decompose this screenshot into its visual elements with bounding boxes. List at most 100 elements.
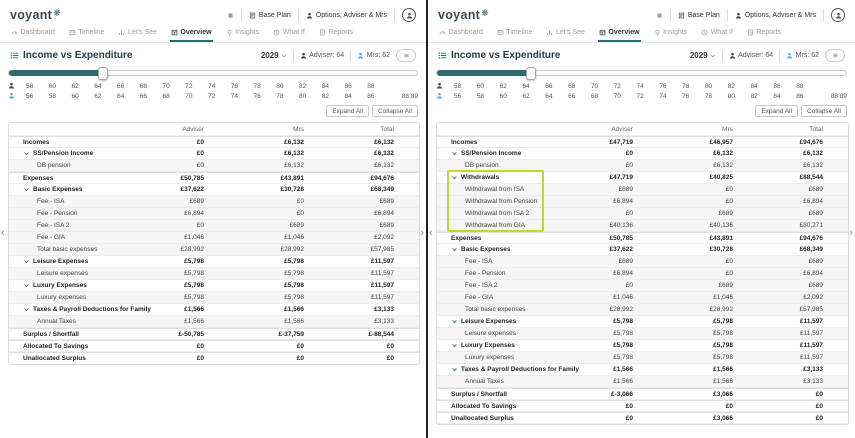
apps-icon[interactable] [227, 12, 234, 19]
list-icon[interactable] [438, 51, 447, 60]
table-row[interactable]: Withdrawal from Pension£6,894£0£6,894 [437, 196, 848, 208]
nav-item-insights[interactable]: Insights [225, 27, 261, 42]
nav-item-timeline[interactable]: Timeline [68, 27, 106, 42]
year-selector[interactable]: 2029 [261, 51, 287, 60]
table-row[interactable]: Fee - GIA£1,046£1,046£2,092 [9, 232, 419, 244]
table-row[interactable]: Luxury expenses£5,798£5,798£11,597 [9, 292, 419, 304]
table-row[interactable]: Leisure Expenses£5,798£5,798£11,597 [9, 256, 419, 268]
nav-item-dashboard[interactable]: Dashboard [438, 27, 484, 42]
expand-all-button[interactable]: Expand All [326, 105, 369, 117]
row-label-cell: Luxury Expenses [437, 342, 573, 349]
table-row[interactable]: Surplus / Shortfall£-50,785£-37,759£-88,… [9, 328, 419, 340]
list-icon[interactable] [10, 51, 19, 60]
base-plan-button[interactable]: Base Plan [249, 12, 291, 19]
nav-item-overview[interactable]: Overview [598, 27, 641, 42]
collapse-all-button[interactable]: Collapse All [372, 105, 418, 117]
table-row[interactable]: Basic Expenses£37,622£30,728£68,349 [9, 184, 419, 196]
table-row[interactable]: SS/Pension Income£0£6,132£6,132 [9, 148, 419, 160]
table-row[interactable]: Luxury Expenses£5,798£5,798£11,597 [9, 280, 419, 292]
table-row[interactable]: Fee - Pension£6,894£0£6,894 [437, 268, 848, 280]
table-row[interactable]: Fee - ISA 2£0£689£689 [437, 280, 848, 292]
apps-icon[interactable] [656, 12, 663, 19]
table-row[interactable]: Expenses£50,785£43,891£94,676 [9, 172, 419, 184]
nav-item-insights[interactable]: Insights [653, 27, 689, 42]
controls-divider [722, 50, 723, 62]
table-row[interactable]: SS/Pension Income£0£6,132£6,132 [437, 148, 848, 160]
slider-handle[interactable] [98, 67, 108, 80]
table-row[interactable]: Basic Expenses£37,622£30,728£68,349 [437, 244, 848, 256]
nav-item-let-s-see[interactable]: Let's See [545, 27, 585, 42]
table-row[interactable]: Incomes£47,719£46,957£94,676 [437, 136, 848, 148]
table-row[interactable]: Taxes & Payroll Deductions for Family£1,… [9, 304, 419, 316]
voyant-logo-mark-icon: ❋ [53, 8, 61, 19]
table-row[interactable]: Allocated To Savings£0£0£0 [437, 400, 848, 412]
chevron-down-icon[interactable] [23, 282, 30, 289]
table-row[interactable]: Total basic expenses£28,992£28,992£57,98… [9, 244, 419, 256]
table-row[interactable]: Annual Taxes£1,566£1,566£3,133 [437, 376, 848, 388]
table-row[interactable]: Annual Taxes£1,566£1,566£3,133 [9, 316, 419, 328]
nav-item-what-if[interactable]: What If [700, 27, 734, 42]
nav-item-dashboard[interactable]: Dashboard [10, 27, 56, 42]
scroll-right-chevron[interactable]: › [849, 228, 853, 238]
table-row[interactable]: Leisure expenses£5,798£5,798£11,597 [9, 268, 419, 280]
collapse-all-button[interactable]: Collapse All [801, 105, 847, 117]
table-row[interactable]: Fee - Pension£6,894£0£6,894 [9, 208, 419, 220]
table-options-button[interactable] [825, 49, 845, 62]
nav-item-what-if[interactable]: What If [272, 27, 306, 42]
table-options-button[interactable] [396, 49, 416, 62]
scroll-left-chevron[interactable]: ‹ [429, 228, 433, 238]
table-row[interactable]: Withdrawal from ISA 2£0£689£689 [437, 208, 848, 220]
table-row[interactable]: Leisure expenses£5,798£5,798£11,597 [437, 328, 848, 340]
nav-item-reports[interactable]: Reports [318, 27, 354, 42]
scroll-left-chevron[interactable]: ‹ [1, 228, 5, 238]
base-plan-button[interactable]: Base Plan [678, 12, 720, 19]
table-row[interactable]: Leisure Expenses£5,798£5,798£11,597 [437, 316, 848, 328]
table-row[interactable]: Fee - ISA£689£0£689 [437, 256, 848, 268]
table-row[interactable]: Luxury expenses£5,798£5,798£11,597 [437, 352, 848, 364]
nav-item-timeline[interactable]: Timeline [496, 27, 534, 42]
chevron-down-icon[interactable] [23, 306, 30, 313]
table-row[interactable]: Fee - GIA£1,046£1,046£2,092 [437, 292, 848, 304]
chevron-down-icon[interactable] [451, 150, 458, 157]
nav-item-let-s-see[interactable]: Let's See [117, 27, 157, 42]
table-row[interactable]: Withdrawal from GIA£40,136£40,136£80,271 [437, 220, 848, 232]
chevron-down-icon[interactable] [23, 150, 30, 157]
expand-all-button[interactable]: Expand All [755, 105, 798, 117]
chevron-down-icon[interactable] [451, 318, 458, 325]
chevron-down-icon[interactable] [23, 186, 30, 193]
table-row[interactable]: Fee - ISA£689£0£689 [9, 196, 419, 208]
table-row[interactable]: Expenses£50,785£43,891£94,676 [437, 232, 848, 244]
options-menu-button[interactable]: Options, Adviser & Mrs [306, 12, 387, 19]
year-selector[interactable]: 2029 [690, 51, 716, 60]
slider-handle[interactable] [526, 67, 536, 80]
table-row[interactable]: DB pension£0£6,132£6,132 [437, 160, 848, 172]
account-icon[interactable] [831, 8, 845, 22]
table-row[interactable]: Taxes & Payroll Deductions for Family£1,… [437, 364, 848, 376]
slider-track[interactable] [8, 70, 418, 76]
table-row[interactable]: Total basic expenses£28,992£28,992£57,98… [437, 304, 848, 316]
account-icon[interactable] [402, 8, 416, 22]
nav-item-overview[interactable]: Overview [170, 27, 213, 42]
table-row[interactable]: Fee - ISA 2£0£689£689 [9, 220, 419, 232]
chevron-down-icon[interactable] [451, 366, 458, 373]
table-row[interactable]: Withdrawals£47,719£40,825£88,544 [437, 172, 848, 184]
nav-item-reports[interactable]: Reports [746, 27, 782, 42]
chevron-down-icon[interactable] [451, 342, 458, 349]
scroll-right-chevron[interactable]: › [420, 228, 424, 238]
table-row[interactable]: Unallocated Surplus£0£3,066£0 [437, 412, 848, 424]
slider-track[interactable] [436, 70, 847, 76]
chevron-down-icon[interactable] [451, 174, 458, 181]
age-tick: 70 [163, 83, 186, 90]
table-row[interactable]: Withdrawal from ISA£689£0£689 [437, 184, 848, 196]
table-row[interactable]: DB pension£0£6,132£6,132 [9, 160, 419, 172]
table-row[interactable]: Allocated To Savings£0£0£0 [9, 340, 419, 352]
chevron-down-icon[interactable] [23, 258, 30, 265]
table-row[interactable]: Luxury Expenses£5,798£5,798£11,597 [437, 340, 848, 352]
chevron-down-icon[interactable] [451, 246, 458, 253]
table-row[interactable]: Unallocated Surplus£0£0£0 [9, 352, 419, 364]
cell-adviser: £47,719 [573, 139, 633, 146]
table-row[interactable]: Surplus / Shortfall£-3,066£3,066£0 [437, 388, 848, 400]
table-row[interactable]: Incomes£0£6,132£6,132 [9, 136, 419, 148]
age-tick: 70 [591, 83, 614, 90]
options-menu-button[interactable]: Options, Adviser & Mrs [735, 12, 816, 19]
